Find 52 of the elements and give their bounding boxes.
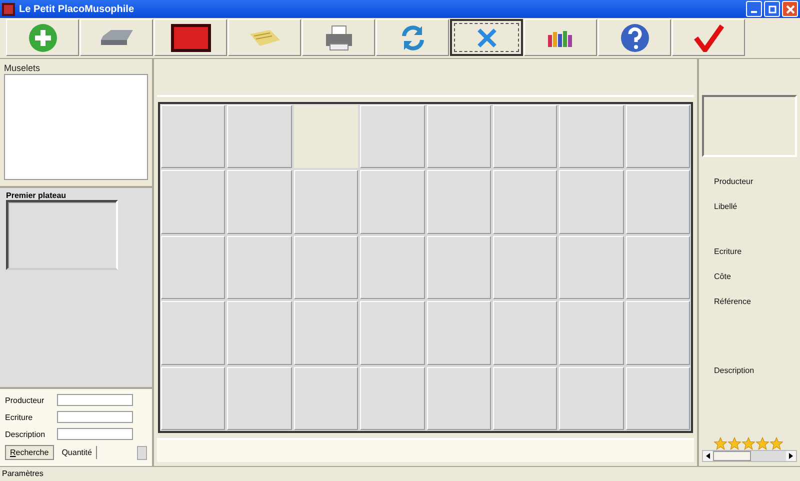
star-icon [728,436,741,450]
field-label: Producteur [714,176,754,186]
notepad-icon [248,28,282,48]
quantity-tab[interactable]: Quantité [58,446,97,459]
scanner-button[interactable] [80,19,153,56]
input-field[interactable] [57,411,133,423]
add-button[interactable] [6,19,79,56]
star-icon [742,436,755,450]
grid-cell[interactable] [294,105,358,168]
refresh-icon [400,24,426,52]
maximize-icon [768,4,776,14]
minimize-icon [751,10,757,12]
app-icon [2,2,15,16]
star-icon [770,436,783,450]
star-icon [756,436,769,450]
scroll-bar[interactable] [702,450,797,462]
plateau-title: Premier plateau [6,191,68,200]
field-label: Libellé [714,202,738,211]
field-label: Référence [714,296,752,306]
scroll-bar[interactable] [137,446,147,460]
field-label: Ecriture [5,412,34,422]
search-button[interactable]: Recherche [5,445,54,460]
tools-button[interactable] [450,19,523,56]
help-icon [620,22,650,52]
bar-chart-icon [546,28,574,46]
confirm-button[interactable] [672,19,745,56]
plus-icon [28,22,58,52]
list-title: Muselets [4,63,42,73]
field-label: Description [714,366,756,375]
field-label: Ecriture [714,246,743,256]
status-bar: Paramètres [0,466,800,481]
field-label: Description [5,430,46,438]
input-field[interactable] [57,394,133,406]
input-field[interactable] [57,428,133,440]
minimize-button[interactable] [746,1,762,17]
field-label: Producteur [5,396,46,404]
tray-icon [170,24,210,52]
help-button[interactable] [598,19,671,56]
chart-button[interactable] [524,19,597,56]
close-icon [786,4,794,14]
scanner-icon [98,28,134,48]
checkmark-icon [694,24,724,52]
field-label: Côte [714,272,732,281]
maximize-button[interactable] [764,1,780,17]
window-title: Le Petit PlacoMusophile [19,4,134,14]
tray-button[interactable] [154,19,227,56]
printer-button[interactable] [302,19,375,56]
refresh-button[interactable] [376,19,449,56]
star-icon [714,436,727,450]
list-box[interactable] [4,74,148,180]
close-button[interactable] [782,1,798,17]
printer-icon [324,24,354,52]
